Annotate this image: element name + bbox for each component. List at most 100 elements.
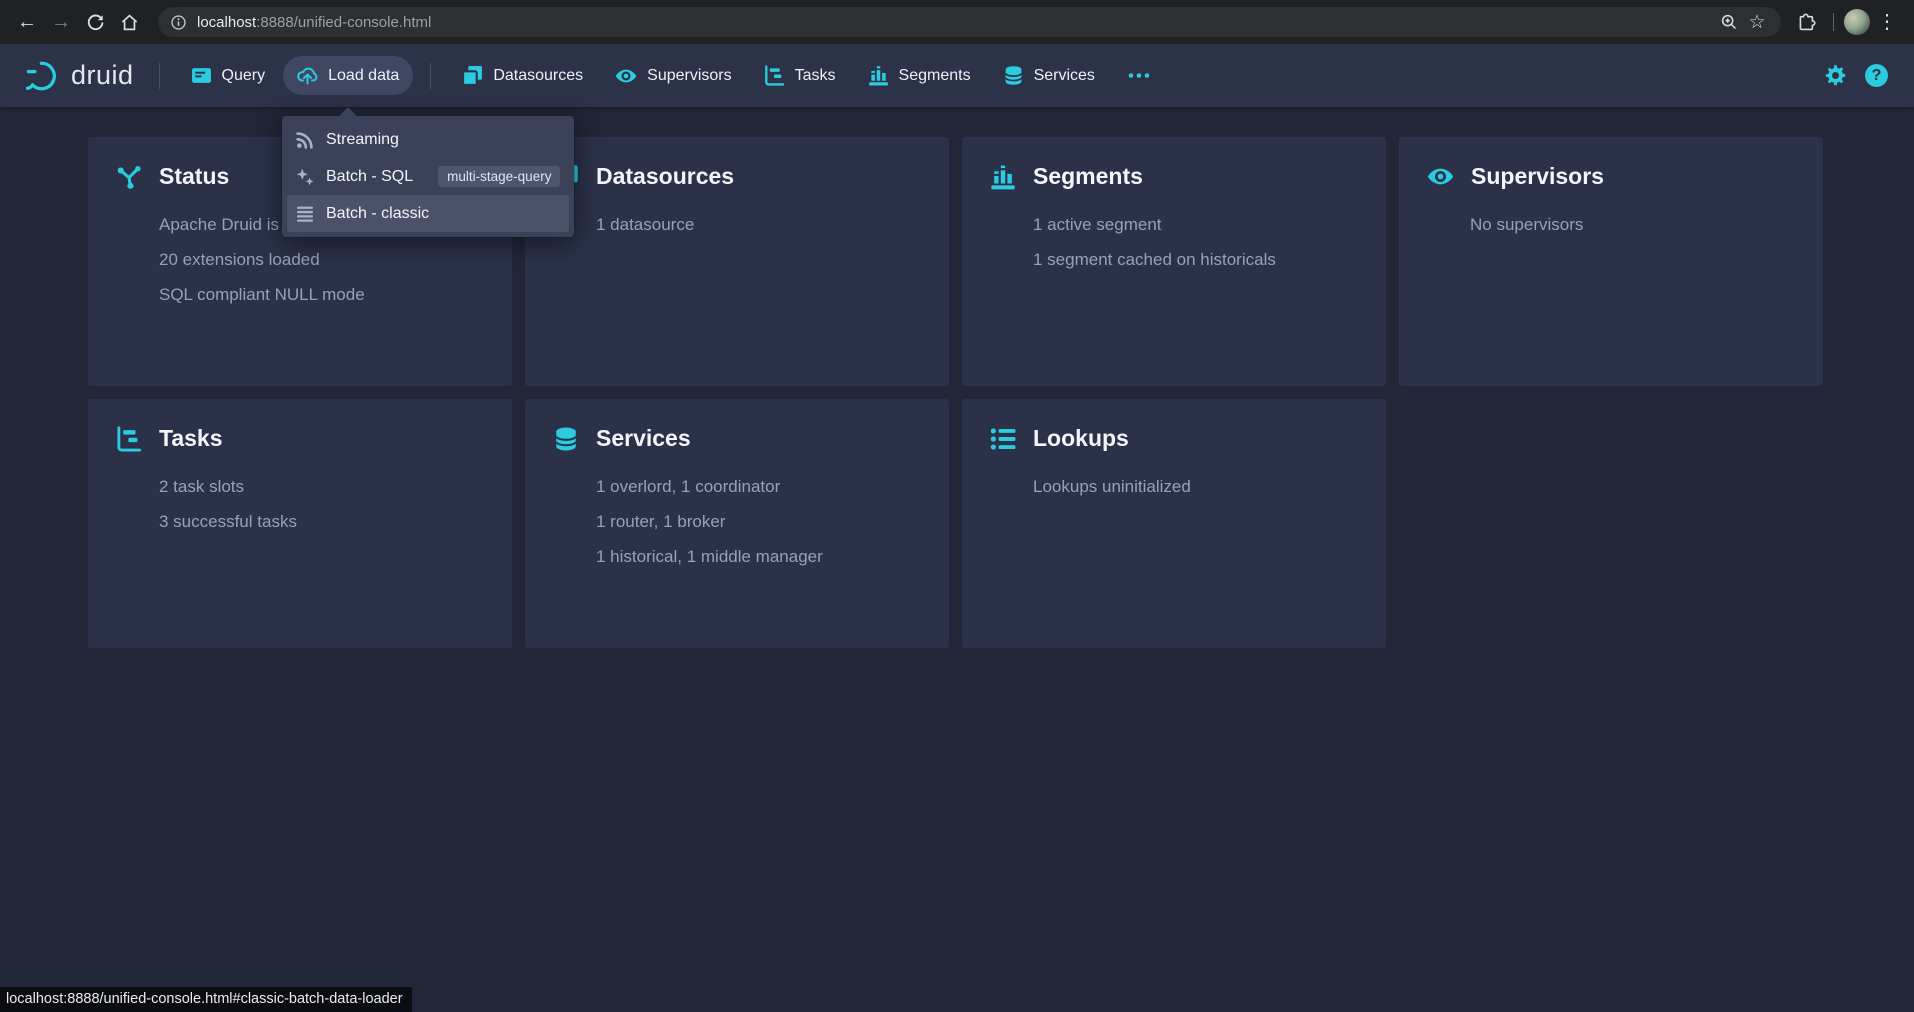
zoom-page-button[interactable] (1715, 8, 1743, 36)
hamburger-menu-icon (295, 204, 315, 224)
status-line: 1 active segment (1033, 207, 1358, 242)
status-line: 3 successful tasks (159, 504, 484, 539)
card-title: Status (159, 163, 229, 190)
nav-item-load-data[interactable]: Load data (283, 56, 413, 95)
home-icon (120, 13, 139, 32)
msq-badge: multi-stage-query (438, 166, 560, 188)
star-icon: ☆ (1748, 13, 1765, 32)
card-title: Tasks (159, 425, 223, 452)
link-status-bar: localhost:8888/unified-console.html#clas… (0, 987, 412, 1012)
profile-avatar[interactable] (1844, 9, 1870, 35)
card-tasks[interactable]: Tasks 2 task slots 3 successful tasks (88, 399, 512, 648)
help-icon: ? (1865, 64, 1888, 87)
nav-item-tasks[interactable]: Tasks (750, 56, 850, 95)
card-datasources[interactable]: Datasources 1 datasource (525, 137, 949, 386)
status-line: 1 historical, 1 middle manager (596, 539, 921, 574)
reload-icon (86, 13, 105, 32)
nav-item-more[interactable] (1113, 56, 1165, 95)
nav-divider (430, 63, 431, 89)
bar-chart-icon (990, 164, 1016, 190)
nav-item-supervisors[interactable]: Supervisors (601, 56, 745, 96)
menu-item-batch-sql[interactable]: Batch - SQL multi-stage-query (287, 158, 569, 195)
puzzle-icon (1797, 13, 1816, 32)
card-title: Services (596, 425, 691, 452)
druid-logo[interactable]: druid (26, 60, 134, 92)
browser-toolbar: ← → localhost:8888/unified-console.html … (0, 0, 1914, 44)
menu-item-batch-classic[interactable]: Batch - classic (287, 195, 569, 232)
menu-item-label: Batch - classic (326, 205, 429, 223)
status-line: 2 task slots (159, 469, 484, 504)
nav-label: Tasks (795, 67, 836, 85)
nav-item-services[interactable]: Services (989, 56, 1109, 95)
status-line: 1 datasource (596, 207, 921, 242)
kebab-menu-icon: ⋮ (1877, 12, 1897, 32)
console-icon (191, 65, 212, 86)
gantt-icon (116, 426, 142, 452)
toolbar-divider (1833, 13, 1834, 31)
card-title: Segments (1033, 163, 1143, 190)
druid-logo-icon (26, 60, 62, 92)
status-line: No supervisors (1470, 207, 1795, 242)
nav-label: Load data (328, 67, 399, 85)
status-line: 20 extensions loaded (159, 242, 484, 277)
card-title: Lookups (1033, 425, 1129, 452)
nav-label: Datasources (493, 67, 583, 85)
status-line: 1 overlord, 1 coordinator (596, 469, 921, 504)
url-path: :8888/unified-console.html (256, 14, 431, 31)
nav-label: Segments (899, 67, 971, 85)
status-line: SQL compliant NULL mode (159, 277, 484, 312)
nav-item-datasources[interactable]: Datasources (448, 56, 597, 95)
back-icon: ← (17, 12, 37, 32)
menu-item-label: Streaming (326, 131, 399, 149)
browser-forward-button[interactable]: → (44, 5, 78, 39)
browser-menu-button[interactable]: ⋮ (1870, 5, 1904, 39)
site-info-icon[interactable] (170, 14, 187, 31)
url-host: localhost (197, 14, 256, 31)
magnifier-plus-icon (1720, 13, 1738, 31)
datasources-icon (462, 65, 483, 86)
menu-item-label: Batch - SQL (326, 168, 413, 186)
home-view: Status Apache Druid is 20 extensions loa… (0, 107, 1914, 1012)
browser-back-button[interactable]: ← (10, 5, 44, 39)
nav-label: Supervisors (647, 67, 731, 85)
card-title: Supervisors (1471, 163, 1604, 190)
nav-label: Query (222, 67, 266, 85)
status-line: 1 router, 1 broker (596, 504, 921, 539)
nav-item-segments[interactable]: Segments (854, 56, 985, 95)
database-icon (553, 426, 579, 452)
menu-item-streaming[interactable]: Streaming (287, 121, 569, 158)
nav-divider (159, 63, 160, 89)
bar-chart-icon (868, 65, 889, 86)
eye-icon (615, 65, 637, 87)
feed-icon (295, 130, 315, 150)
status-graph-icon (116, 164, 142, 190)
brand-name: druid (71, 60, 134, 91)
load-data-menu: Streaming Batch - SQL multi-stage-query … (282, 116, 574, 237)
extensions-button[interactable] (1789, 5, 1823, 39)
list-icon (990, 426, 1016, 452)
help-button[interactable]: ? (1865, 64, 1888, 87)
database-icon (1003, 65, 1024, 86)
nav-label: Services (1034, 67, 1095, 85)
nav-item-query[interactable]: Query (177, 56, 280, 95)
druid-navbar: druid Query Load data Datasources Superv… (0, 44, 1914, 107)
browser-toolbar-right: ⋮ (1789, 5, 1904, 39)
bookmark-button[interactable]: ☆ (1743, 8, 1771, 36)
card-lookups[interactable]: Lookups Lookups uninitialized (962, 399, 1386, 648)
more-ellipsis-icon (1127, 65, 1151, 86)
status-line: 1 segment cached on historicals (1033, 242, 1358, 277)
gantt-icon (764, 65, 785, 86)
cloud-upload-icon (297, 65, 318, 86)
settings-button[interactable] (1824, 64, 1847, 87)
url-text: localhost:8888/unified-console.html (197, 14, 1715, 31)
card-services[interactable]: Services 1 overlord, 1 coordinator 1 rou… (525, 399, 949, 648)
eye-icon (1427, 163, 1454, 190)
browser-home-button[interactable] (112, 5, 146, 39)
forward-icon: → (51, 12, 71, 32)
card-segments[interactable]: Segments 1 active segment 1 segment cach… (962, 137, 1386, 386)
address-bar[interactable]: localhost:8888/unified-console.html ☆ (158, 7, 1781, 37)
gear-icon (1824, 64, 1847, 87)
browser-reload-button[interactable] (78, 5, 112, 39)
card-supervisors[interactable]: Supervisors No supervisors (1399, 137, 1823, 386)
status-line: Lookups uninitialized (1033, 469, 1358, 504)
